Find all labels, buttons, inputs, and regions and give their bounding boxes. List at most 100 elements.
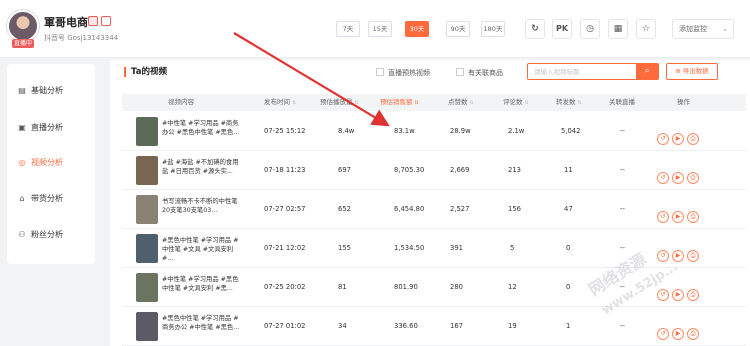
qrcode-icon[interactable]: ▦ — [608, 19, 628, 39]
plays-value: 652 — [338, 205, 351, 213]
column-header-content: 视频内容 — [168, 98, 194, 106]
avatar[interactable] — [7, 10, 39, 42]
detail-icon[interactable]: ⎙ — [687, 289, 699, 301]
video-thumbnail[interactable] — [136, 117, 158, 146]
account-header: 直播中 軍哥电商 抖音号 Gosj13143344 7天 15天 30天 90天… — [0, 0, 750, 58]
publish-time: 07-27 01:02 — [264, 322, 306, 330]
row-actions: ↺ ▶ ⎙ — [657, 203, 702, 223]
video-title[interactable]: #中性笔 #学习用品 #黑色中性笔 #文具安利 #黑... — [162, 275, 240, 302]
add-monitor-button[interactable]: 添加监控 ⌄ — [672, 19, 734, 39]
analysis-sidebar: ▤ 基础分析 ▣ 直播分析 ◎ 视频分析 ⌂ 带货分析 ⚇ 粉丝分析 — [7, 64, 95, 264]
play-icon[interactable]: ▶ — [672, 133, 684, 145]
checkbox-icon — [456, 68, 464, 76]
table-row[interactable]: #黑色中性笔 #学习用品 #商务办公 #中性笔 #黑色... 07-27 01:… — [122, 307, 746, 346]
detail-icon[interactable]: ⎙ — [687, 328, 699, 340]
table-row[interactable]: #盐 #海盐 #不加碘的食用盐 #日用百货 #源头实... 07-18 11:2… — [122, 151, 746, 190]
day-filter-15[interactable]: 15天 — [368, 21, 392, 37]
section-title: Ta的视频 — [124, 67, 167, 77]
play-icon[interactable]: ▶ — [672, 328, 684, 340]
sidebar-item-label: 粉丝分析 — [31, 230, 63, 239]
products-filter-label: 有关联商品 — [468, 69, 503, 77]
table-row[interactable]: 书写流畅不卡不断的中性笔20支笔30支笔03... 07-27 02:57 65… — [122, 190, 746, 229]
video-title[interactable]: #盐 #海盐 #不加碘的食用盐 #日用百货 #源头实... — [162, 158, 240, 185]
row-actions: ↺ ▶ ⎙ — [657, 320, 702, 340]
video-thumbnail[interactable] — [136, 156, 158, 185]
play-icon[interactable]: ▶ — [672, 250, 684, 262]
table-row[interactable]: #中性笔 #学习用品 #商务办公 #黑色中性笔 #黑色... 07-25 15:… — [122, 112, 746, 151]
live-value: -- — [620, 205, 625, 213]
plays-value: 34 — [338, 322, 347, 330]
live-icon: ▣ — [18, 123, 26, 132]
plays-value: 81 — [338, 283, 347, 291]
live-value: -- — [620, 166, 625, 174]
column-header-plays[interactable]: 预估播放量 ⇅ — [320, 94, 359, 111]
comments-value: 12 — [508, 283, 517, 291]
star-icon[interactable]: ☆ — [636, 19, 656, 39]
export-data-button[interactable]: ⊕ 导出数据 — [666, 63, 718, 80]
trend-icon[interactable]: ↺ — [657, 289, 669, 301]
sales-value: 83.1w — [394, 127, 415, 135]
day-filter-90[interactable]: 90天 — [446, 21, 470, 37]
user-icon: ⚇ — [18, 230, 26, 239]
preheat-filter-label: 直播预热视频 — [388, 69, 430, 77]
column-header-time[interactable]: 发布时间 ⇅ — [264, 94, 296, 111]
day-filter-7[interactable]: 7天 — [336, 21, 360, 37]
preheat-filter-checkbox[interactable]: 直播预热视频 — [376, 68, 430, 78]
publish-time: 07-25 20:02 — [264, 283, 306, 291]
comments-value: 213 — [508, 166, 521, 174]
shop-tag-icon — [88, 16, 98, 26]
video-search: ⌕ — [527, 63, 659, 80]
sort-icon: ⇅ — [292, 100, 297, 106]
sort-icon: ⇅ — [524, 100, 529, 106]
sidebar-item-basic[interactable]: ▤ 基础分析 — [17, 84, 63, 98]
video-thumbnail[interactable] — [136, 273, 158, 302]
day-filter-30[interactable]: 30天 — [405, 21, 429, 37]
video-thumbnail[interactable] — [136, 195, 158, 224]
day-filter-180[interactable]: 180天 — [481, 21, 505, 37]
detail-icon[interactable]: ⎙ — [687, 211, 699, 223]
sidebar-item-fans[interactable]: ⚇ 粉丝分析 — [17, 228, 63, 242]
history-icon[interactable]: ◷ — [580, 19, 600, 39]
trend-icon[interactable]: ↺ — [657, 172, 669, 184]
trend-icon[interactable]: ↺ — [657, 328, 669, 340]
table-row[interactable]: #中性笔 #学习用品 #黑色中性笔 #文具安利 #黑... 07-25 20:0… — [122, 268, 746, 307]
publish-time: 07-27 02:57 — [264, 205, 306, 213]
products-filter-checkbox[interactable]: 有关联商品 — [456, 68, 503, 78]
likes-value: 2,527 — [450, 205, 470, 213]
video-thumbnail[interactable] — [136, 312, 158, 341]
sales-value: 8,705.30 — [394, 166, 425, 174]
play-icon[interactable]: ▶ — [672, 172, 684, 184]
detail-icon[interactable]: ⎙ — [687, 172, 699, 184]
column-header-shares[interactable]: 转发数 ⇅ — [556, 94, 582, 111]
video-title[interactable]: #黑色中性笔 #学习用品 #商务办公 #中性笔 #黑色... — [162, 314, 240, 341]
video-title[interactable]: #中性笔 #学习用品 #商务办公 #黑色中性笔 #黑色... — [162, 119, 240, 146]
sidebar-item-live[interactable]: ▣ 直播分析 — [17, 121, 63, 135]
search-input[interactable] — [528, 64, 636, 79]
column-header-likes[interactable]: 点赞数 ⇅ — [448, 94, 474, 111]
video-thumbnail[interactable] — [136, 234, 158, 263]
sidebar-item-label: 直播分析 — [31, 123, 63, 132]
search-icon[interactable]: ⌕ — [636, 64, 658, 79]
pk-button[interactable]: PK — [552, 19, 572, 39]
row-actions: ↺ ▶ ⎙ — [657, 281, 702, 301]
play-icon[interactable]: ▶ — [672, 211, 684, 223]
plays-value: 697 — [338, 166, 351, 174]
play-icon[interactable]: ▶ — [672, 289, 684, 301]
column-header-comments[interactable]: 评论数 ⇅ — [503, 94, 529, 111]
column-header-sales[interactable]: 预估销售额 ⇅ — [380, 94, 419, 111]
detail-icon[interactable]: ⎙ — [687, 133, 699, 145]
export-icon: ⊕ — [675, 67, 681, 75]
table-header: 视频内容 发布时间 ⇅ 预估播放量 ⇅ 预估销售额 ⇅ 点赞数 ⇅ 评论数 ⇅ 转发数 ⇅ … — [122, 94, 746, 111]
shares-value: 5,042 — [561, 127, 581, 135]
sidebar-item-goods[interactable]: ⌂ 带货分析 — [17, 192, 63, 206]
video-title[interactable]: 书写流畅不卡不断的中性笔20支笔30支笔03... — [162, 197, 240, 224]
video-title[interactable]: #黑色中性笔 #学习用品 #中性笔 #文具 #文具安利 #... — [162, 236, 240, 263]
trend-icon[interactable]: ↺ — [657, 133, 669, 145]
refresh-icon[interactable]: ↻ — [525, 19, 545, 39]
sidebar-item-video[interactable]: ◎ 视频分析 — [17, 156, 64, 170]
trend-icon[interactable]: ↺ — [657, 211, 669, 223]
detail-icon[interactable]: ⎙ — [687, 250, 699, 262]
live-status-badge: 直播中 — [12, 39, 35, 48]
trend-icon[interactable]: ↺ — [657, 250, 669, 262]
table-row[interactable]: #黑色中性笔 #学习用品 #中性笔 #文具 #文具安利 #... 07-21 1… — [122, 229, 746, 268]
